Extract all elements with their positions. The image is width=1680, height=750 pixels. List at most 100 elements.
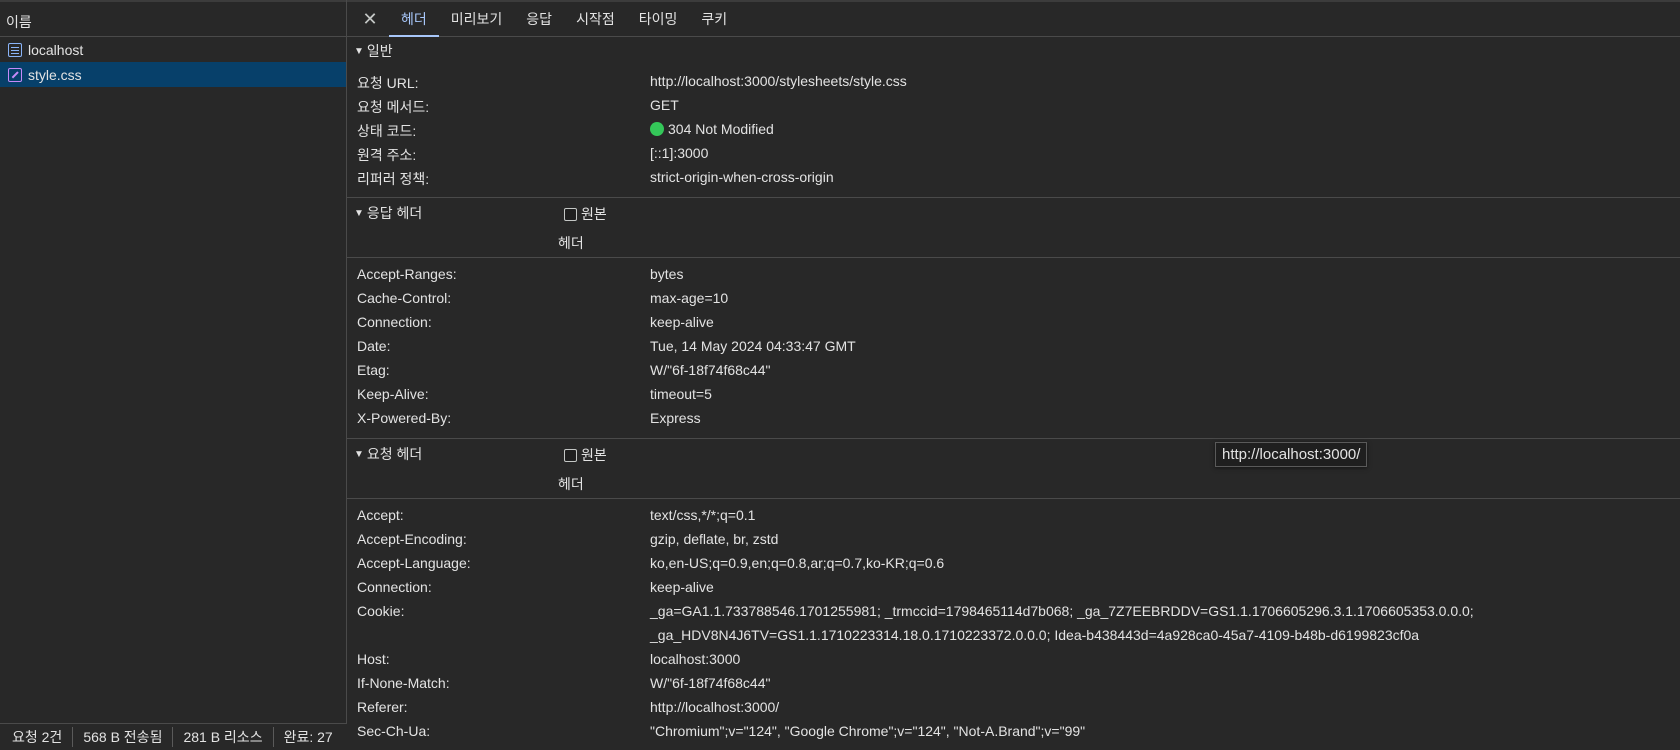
header-row: Keep-Alive: timeout=5	[347, 382, 1680, 406]
header-key: If-None-Match:	[357, 675, 450, 691]
header-value: http://localhost:3000/	[650, 699, 780, 715]
header-key: Referer:	[357, 699, 408, 715]
checkbox-icon[interactable]	[564, 448, 577, 462]
tab-initiator[interactable]: 시작점	[564, 2, 627, 36]
response-headers-section: ▼ 응답 헤더 원본 헤더 Accept-Ranges: bytes Cache-…	[347, 198, 1680, 439]
header-key: Cache-Control:	[357, 290, 452, 306]
request-headers-toggle[interactable]: ▼ 요청 헤더 원본	[347, 439, 1680, 469]
header-row: 요청 URL: http://localhost:3000/stylesheet…	[347, 69, 1680, 93]
raw-headers-checkbox[interactable]: 원본	[564, 204, 607, 224]
name-column-header[interactable]: 이름	[0, 0, 346, 37]
header-key: 상태 코드:	[357, 123, 417, 139]
response-header-rows: Accept-Ranges: bytes Cache-Control: max-ag…	[347, 258, 1680, 438]
header-row: Connection: keep-alive	[347, 310, 1680, 334]
header-key: X-Powered-By:	[357, 410, 452, 426]
header-row: Sec-Ch-Ua: "Chromium";v="124", "Google Ch…	[347, 719, 1680, 743]
tab-response[interactable]: 응답	[514, 2, 564, 36]
header-key: Accept-Encoding:	[357, 531, 467, 547]
section-title: 일반	[366, 43, 393, 59]
header-key: Accept:	[357, 507, 404, 523]
request-name: style.css	[28, 66, 82, 83]
header-value: text/css,*/*;q=0.1	[650, 507, 756, 523]
triangle-down-icon: ▼	[354, 207, 364, 219]
raw-label: 원본	[581, 206, 607, 222]
header-value: bytes	[650, 266, 684, 282]
section-title: 응답 헤더	[366, 205, 423, 221]
header-row: Accept-Ranges: bytes	[347, 262, 1680, 286]
request-header-rows: Accept: text/css,*/*;q=0.1 Accept-Encodin…	[347, 499, 1680, 750]
header-row: Date: Tue, 14 May 2024 04:33:47 GMT	[347, 334, 1680, 358]
tab-preview[interactable]: 미리보기	[439, 2, 515, 36]
header-key: Sec-Ch-Ua:	[357, 723, 431, 739]
header-value: _ga=GA1.1.733788546.1701255981; _trmccid…	[650, 603, 1474, 643]
header-value: Tue, 14 May 2024 04:33:47 GMT	[650, 338, 856, 354]
tab-headers[interactable]: 헤더	[389, 2, 439, 37]
header-value: gzip, deflate, br, zstd	[650, 531, 779, 547]
general-section-toggle[interactable]: ▼ 일반	[347, 37, 1680, 65]
header-row: 요청 메서드: GET	[347, 93, 1680, 117]
header-key: 요청 URL:	[357, 75, 419, 91]
header-value: keep-alive	[650, 314, 714, 330]
header-row: Accept-Language: ko,en-US;q=0.9,en;q=0.8,…	[347, 551, 1680, 575]
header-value: "Chromium";v="124", "Google Chrome";v="1…	[650, 723, 1086, 739]
header-key: Accept-Language:	[357, 555, 471, 571]
tab-cookies[interactable]: 쿠키	[689, 2, 739, 36]
header-row: 원격 주소: [::1]:3000	[347, 141, 1680, 165]
header-row: Connection: keep-alive	[347, 575, 1680, 599]
header-key: 요청 메서드:	[357, 99, 430, 115]
header-value: [::1]:3000	[650, 145, 709, 161]
raw-label: 원본	[581, 447, 607, 463]
header-key: Date:	[357, 338, 391, 354]
raw-headers-checkbox[interactable]: 원본	[564, 445, 607, 465]
request-row-style-css[interactable]: style.css	[0, 62, 346, 87]
header-value: ko,en-US;q=0.9,en;q=0.8,ar;q=0.7,ko-KR;q…	[650, 555, 945, 571]
header-value: W/"6f-18f74f68c44"	[650, 675, 771, 691]
header-value: localhost:3000	[650, 651, 741, 667]
header-key: Accept-Ranges:	[357, 266, 457, 282]
header-key: 리퍼러 정책:	[357, 171, 430, 187]
request-detail-panel: ✕ 헤더 미리보기 응답 시작점 타이밍 쿠키 ▼ 일반 요청 URL: htt…	[347, 0, 1680, 750]
section-title: 요청 헤더	[366, 446, 423, 462]
request-list-panel: 이름 localhost style.css 요청 2건 568 B 전송됨 2…	[0, 0, 347, 750]
stylesheet-icon	[8, 67, 22, 82]
checkbox-icon[interactable]	[564, 207, 577, 221]
header-value: W/"6f-18f74f68c44"	[650, 362, 771, 378]
network-status-bar: 요청 2건 568 B 전송됨 281 B 리소스 완료: 27	[0, 723, 347, 750]
triangle-down-icon: ▼	[354, 448, 364, 460]
header-row: 상태 코드: 304 Not Modified	[347, 117, 1680, 141]
general-section: ▼ 일반 요청 URL: http://localhost:3000/style…	[347, 37, 1680, 198]
link-tooltip: http://localhost:3000/	[1215, 442, 1368, 467]
status-ok-icon	[650, 122, 664, 136]
header-key: Cookie:	[357, 603, 405, 619]
headers-subheading: 헤더	[347, 228, 1680, 258]
header-value: strict-origin-when-cross-origin	[650, 169, 834, 185]
header-value: http://localhost:3000/stylesheets/style.…	[650, 73, 907, 89]
request-count: 요청 2건	[12, 727, 74, 747]
header-key: Connection:	[357, 314, 432, 330]
header-value: GET	[650, 97, 679, 113]
header-row: X-Powered-By: Express	[347, 406, 1680, 430]
header-value: Express	[650, 410, 701, 426]
document-icon	[8, 42, 22, 57]
header-row: Accept-Encoding: gzip, deflate, br, zstd	[347, 527, 1680, 551]
header-key: Keep-Alive:	[357, 386, 429, 402]
response-headers-toggle[interactable]: ▼ 응답 헤더 원본	[347, 198, 1680, 228]
header-key: Etag:	[357, 362, 390, 378]
request-name: localhost	[28, 41, 84, 58]
header-key: Host:	[357, 651, 390, 667]
header-row: Accept: text/css,*/*;q=0.1	[347, 503, 1680, 527]
header-row: Etag: W/"6f-18f74f68c44"	[347, 358, 1680, 382]
resource-size: 281 B 리소스	[183, 727, 274, 747]
header-row: Cookie: _ga=GA1.1.733788546.1701255981; _…	[347, 599, 1680, 647]
transferred-size: 568 B 전송됨	[83, 727, 174, 747]
detail-tabbar: ✕ 헤더 미리보기 응답 시작점 타이밍 쿠키	[347, 0, 1680, 37]
header-row: Cache-Control: max-age=10	[347, 286, 1680, 310]
request-row-localhost[interactable]: localhost	[0, 37, 346, 62]
header-row: Host: localhost:3000	[347, 647, 1680, 671]
headers-subheading: 헤더	[347, 469, 1680, 499]
header-key: 원격 주소:	[357, 147, 417, 163]
header-value: keep-alive	[650, 579, 714, 595]
header-row: 리퍼러 정책: strict-origin-when-cross-origin	[347, 165, 1680, 189]
tab-timing[interactable]: 타이밍	[627, 2, 690, 36]
close-icon[interactable]: ✕	[357, 2, 383, 36]
